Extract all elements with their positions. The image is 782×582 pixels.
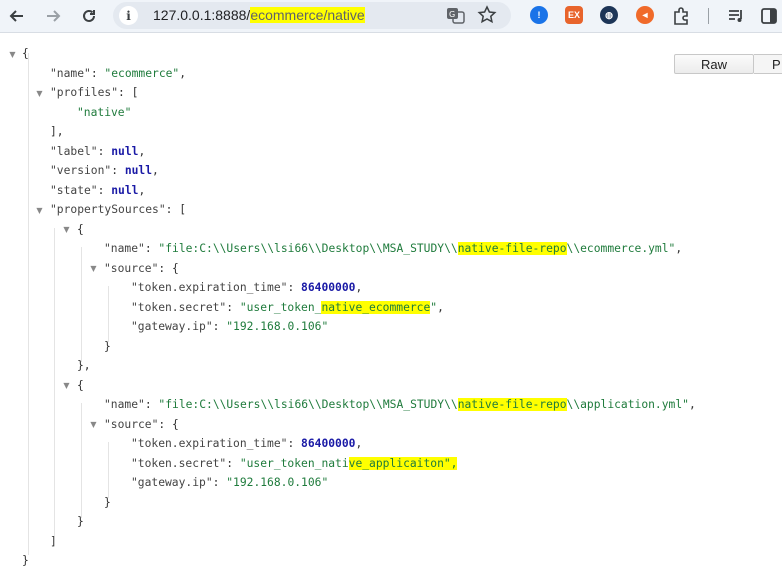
json-line: ], (50, 125, 64, 138)
json-line: "propertySources": [ (50, 203, 187, 216)
extension-icon[interactable]: ◍ (600, 6, 618, 24)
json-line: } (77, 515, 84, 528)
site-info-icon[interactable]: i (119, 6, 138, 25)
url-text[interactable]: 127.0.0.1:8888/ecommerce/native (153, 7, 365, 23)
pretty-button[interactable]: P (754, 54, 782, 74)
json-viewer: Raw P ▼ ▼ ▼ ▼ ▼ ▼ ▼ { "name": "ecommerce… (0, 33, 782, 582)
back-arrow-icon[interactable] (6, 5, 28, 27)
url-host: 127.0.0.1:8888/ (153, 7, 251, 23)
indent-guide (54, 228, 55, 536)
json-line: "token.expiration_time": 86400000, (131, 281, 363, 294)
translate-icon[interactable]: G (446, 6, 465, 25)
browser-toolbar: i 127.0.0.1:8888/ecommerce/native G ! EX… (0, 0, 782, 33)
json-line: "native" (77, 106, 132, 119)
json-line: { (77, 223, 84, 236)
json-line: "source": { (104, 418, 179, 431)
extension-icon[interactable]: ◄ (636, 6, 654, 24)
json-line: { (22, 47, 29, 60)
json-line: "profiles": [ (50, 86, 139, 99)
json-line: "name": "ecommerce", (50, 67, 187, 80)
json-line: } (104, 340, 111, 353)
json-line: "token.secret": "user_token_native_ecomm… (131, 301, 444, 314)
side-panel-icon[interactable] (758, 5, 780, 27)
indent-guide (28, 53, 29, 555)
json-line: }, (77, 359, 91, 372)
json-line: "token.secret": "user_token_native_appli… (131, 457, 458, 470)
bookmark-star-icon[interactable] (477, 5, 497, 25)
json-line: "name": "file:C:\\Users\\lsi66\\Desktop\… (104, 398, 696, 411)
json-line: "token.expiration_time": 86400000, (131, 437, 363, 450)
forward-arrow-icon[interactable] (42, 5, 64, 27)
bitwarden-extension-icon[interactable]: ! (530, 6, 548, 24)
url-path: ecommerce/native (250, 7, 365, 23)
address-bar[interactable]: i 127.0.0.1:8888/ecommerce/native G (113, 2, 511, 29)
json-line: "label": null, (50, 145, 146, 158)
collapse-toggle-icon[interactable]: ▼ (35, 206, 44, 215)
json-line: "gateway.ip": "192.168.0.106" (131, 320, 329, 333)
indent-guide (81, 403, 82, 518)
json-line: "source": { (104, 262, 179, 275)
raw-button[interactable]: Raw (674, 54, 754, 74)
reload-icon[interactable] (78, 5, 100, 27)
collapse-toggle-icon[interactable]: ▼ (62, 381, 71, 390)
collapse-toggle-icon[interactable]: ▼ (35, 89, 44, 98)
toolbar-divider (708, 8, 709, 24)
svg-text:G: G (449, 10, 455, 19)
json-line: "gateway.ip": "192.168.0.106" (131, 476, 329, 489)
collapse-toggle-icon[interactable]: ▼ (62, 225, 71, 234)
collapse-toggle-icon[interactable]: ▼ (89, 420, 98, 429)
json-line: "state": null, (50, 184, 146, 197)
indent-guide (108, 286, 109, 342)
json-line: "name": "file:C:\\Users\\lsi66\\Desktop\… (104, 242, 683, 255)
indent-guide (81, 247, 82, 362)
collapse-toggle-icon[interactable]: ▼ (8, 50, 17, 59)
media-queue-icon[interactable] (725, 5, 747, 27)
json-line: } (104, 496, 111, 509)
json-line: { (77, 379, 84, 392)
json-line: "version": null, (50, 164, 159, 177)
ex-extension-icon[interactable]: EX (565, 6, 583, 24)
json-line: ] (50, 535, 57, 548)
puzzle-extensions-icon[interactable] (670, 5, 692, 27)
json-line: } (22, 554, 29, 567)
collapse-toggle-icon[interactable]: ▼ (89, 264, 98, 273)
indent-guide (108, 442, 109, 498)
